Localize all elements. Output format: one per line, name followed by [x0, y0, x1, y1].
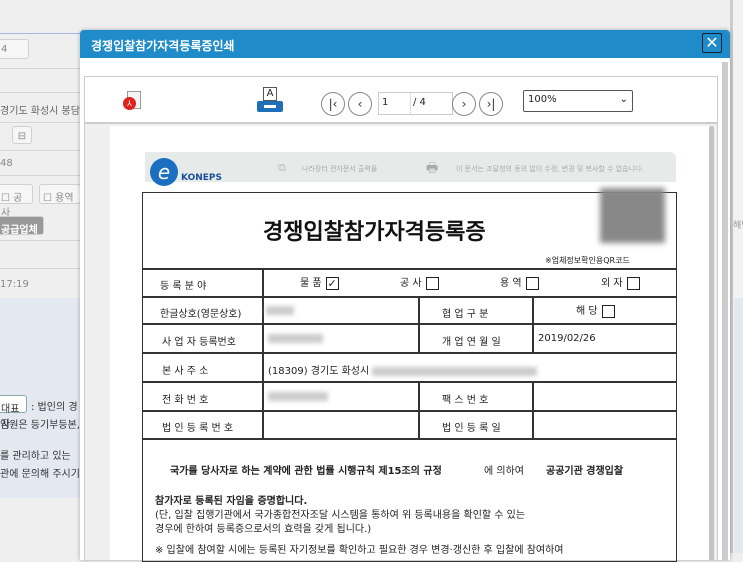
last-page-icon: ›|: [486, 97, 496, 111]
label: 외 자: [601, 278, 623, 289]
bg-clipped-text: 해당: [733, 221, 743, 231]
open-date-value: 2019/02/26: [538, 333, 596, 344]
field-foreign: 외 자: [601, 274, 640, 290]
label-coop: 협 업 구 분: [442, 309, 489, 320]
zoom-select[interactable]: 100% ⌄: [523, 90, 633, 112]
law-by: 에 의하여: [484, 466, 524, 477]
redacted-value: [268, 333, 323, 343]
redacted-value: [372, 366, 538, 376]
printer-outline-icon: 🖶: [426, 161, 439, 176]
bg-note: 임원은 등기부등본,: [0, 420, 80, 431]
first-page-button[interactable]: |‹: [321, 92, 345, 116]
viewer-toolbar: ⅄ A |‹ ‹ 1 / 4 › ›| 100% ⌄: [84, 76, 718, 123]
bg-checkbox-construction[interactable]: ☐ 공사: [0, 184, 33, 219]
document-icon: ⧉: [278, 161, 286, 174]
label: 물 품: [300, 278, 322, 289]
prev-page-button[interactable]: ‹: [348, 92, 372, 116]
law-target: 공공기관 경쟁입찰: [546, 466, 624, 477]
bg-note: 관에 문의해 주시기: [0, 469, 80, 480]
label-corp-date: 법 인 등 록 일: [442, 423, 501, 434]
bg-address: 경기도 화성시 봉담: [0, 106, 80, 117]
chevron-down-icon: ⌄: [619, 94, 628, 105]
chevron-left-icon: ‹: [357, 97, 363, 111]
close-icon: ✕: [705, 33, 719, 52]
close-button[interactable]: ✕: [702, 33, 722, 53]
bg-number: 48: [0, 158, 13, 169]
representative-button[interactable]: 대표자: [0, 395, 27, 430]
total-pages: / 4: [413, 97, 426, 108]
page-input[interactable]: 1: [379, 93, 411, 114]
last-page-button[interactable]: ›|: [479, 92, 503, 116]
bg-time: 17:19: [0, 279, 29, 290]
next-page-button[interactable]: ›: [452, 92, 476, 116]
checkbox: [525, 276, 539, 290]
print-button[interactable]: A: [257, 87, 283, 115]
label-field: 등 록 분 야: [160, 281, 207, 292]
redacted-value: [268, 391, 328, 401]
first-page-icon: |‹: [328, 97, 338, 111]
checkbox: [425, 276, 439, 290]
address-text: (18309) 경기도 화성시: [268, 366, 370, 377]
checkbox: [601, 304, 615, 318]
bg-field[interactable]: 4: [0, 39, 29, 59]
qr-code: [600, 188, 665, 243]
coop-value: 해 당: [576, 302, 615, 318]
dialog-scrollbar[interactable]: [722, 62, 728, 560]
field-service: 용 역: [500, 274, 539, 290]
label: 공 사: [400, 278, 422, 289]
label-phone: 전 화 번 호: [162, 395, 209, 406]
dialog-titlebar: 경쟁입찰참가자격등록증인쇄 ✕: [80, 30, 730, 58]
pdf-export-button[interactable]: ⅄: [123, 91, 145, 113]
label-fax: 팩 스 번 호: [442, 395, 489, 406]
note-line: (단, 입찰 집행기관에서 국가종합전자조달 시스템을 통하여 위 등록내용을 …: [155, 510, 526, 521]
note-line: 경우에 한하여 등록증으로서의 효력을 갖게 됩니다.): [155, 524, 372, 535]
calendar-icon[interactable]: ⊟: [12, 126, 32, 144]
bg-note: : 법인의 경: [31, 402, 78, 413]
label-corp-no: 법 인 등 록 번 호: [162, 423, 234, 434]
header-left-text: 나라장터 전자문서 출력물: [302, 165, 378, 173]
qr-caption: ※업체정보확인용QR코드: [545, 256, 630, 265]
label-open-date: 개 업 연 월 일: [442, 337, 501, 348]
viewer-scrollbar[interactable]: [709, 126, 714, 560]
field-goods: 물 품 ✓: [300, 274, 339, 290]
logo-text: KONEPS: [181, 173, 222, 183]
header-right-text: 이 문서는 조달청의 동의 없이 수정, 변경 및 복사할 수 없습니다.: [456, 165, 644, 173]
checkbox: [626, 276, 640, 290]
supplier-button[interactable]: 공급업체: [0, 216, 44, 236]
note-line: ※ 입찰에 참여할 시에는 등록된 자기정보를 확인하고 필요한 경우 변경·갱…: [155, 545, 564, 556]
chevron-right-icon: ›: [461, 97, 467, 111]
certification-line: 참가자로 등록된 자임을 증명합니다.: [155, 496, 308, 507]
certificate-title: 경쟁입찰참가자격등록증: [263, 220, 486, 245]
law-text: 국가를 당사자로 하는 계약에 관한 법률 시행규칙 제15조의 규정: [170, 466, 442, 477]
bg-checkbox-service[interactable]: ☐ 용역: [39, 184, 81, 204]
label: 해 당: [576, 306, 598, 317]
dialog-title: 경쟁입찰참가자격등록증인쇄: [91, 39, 235, 53]
label: 용역: [55, 193, 74, 204]
label: 용 역: [500, 278, 522, 289]
checkbox-checked: ✓: [325, 276, 339, 290]
label-bizno: 사 업 자 등록번호: [162, 337, 236, 348]
bg-note: 를 관리하고 있는: [0, 451, 71, 462]
zoom-value: 100%: [528, 94, 557, 105]
address-value: (18309) 경기도 화성시: [268, 362, 538, 377]
koneps-logo: e: [150, 158, 178, 186]
field-construction: 공 사: [400, 274, 439, 290]
label-address: 본 사 주 소: [162, 366, 209, 377]
redacted-value: [266, 305, 294, 315]
page-indicator: 1 / 4: [378, 92, 453, 115]
label-company: 한글상호(영문상호): [160, 309, 242, 320]
